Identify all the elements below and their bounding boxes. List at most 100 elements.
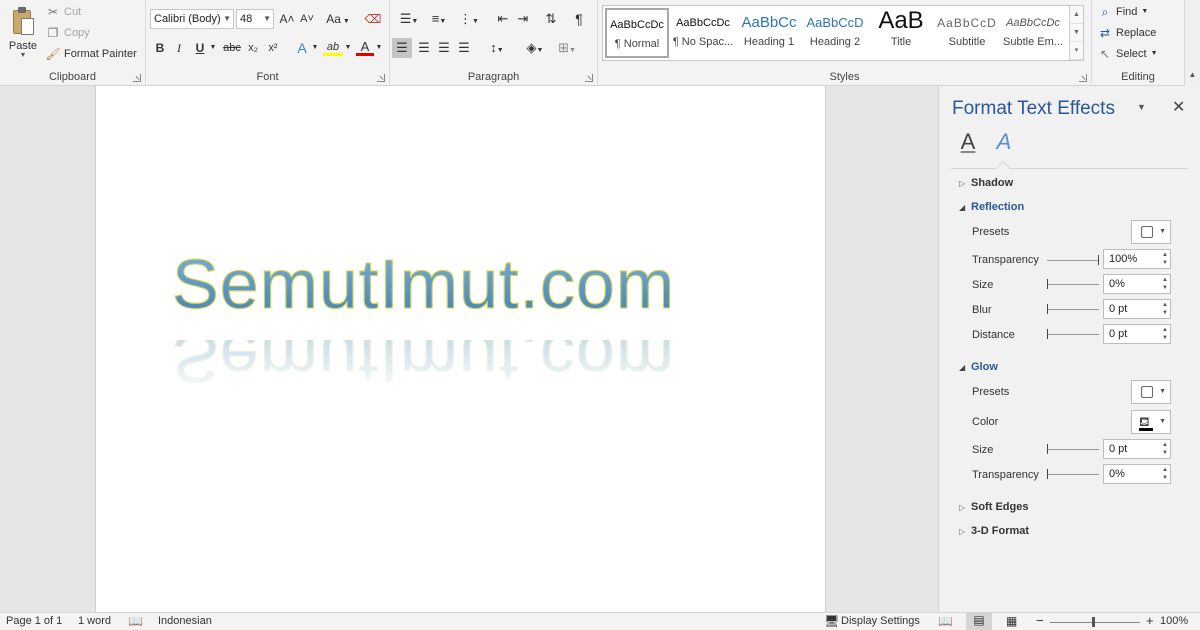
format-painter-button[interactable]: 🖌 Format Painter xyxy=(45,45,136,63)
sort-icon[interactable]: ⇅ xyxy=(542,9,560,29)
text-fill-outline-tab[interactable]: A xyxy=(953,128,983,156)
shadow-section[interactable]: ▷ Shadow xyxy=(959,177,1013,189)
gallery-up-icon[interactable]: ▲ xyxy=(1070,6,1083,24)
web-layout-icon[interactable]: ▦ xyxy=(1006,614,1017,628)
slider-thumb[interactable] xyxy=(1047,329,1048,339)
grow-font-button[interactable]: A˄ xyxy=(278,9,296,29)
chevron-up-icon[interactable]: ▲ xyxy=(1185,70,1200,79)
pane-options-icon[interactable]: ▼ xyxy=(1137,102,1146,112)
decrease-indent-icon[interactable]: ⇤ xyxy=(494,9,512,29)
chevron-down-icon[interactable]: ▼ xyxy=(310,38,320,58)
clipboard-launcher-icon[interactable] xyxy=(133,74,141,82)
reflection-transparency-slider[interactable] xyxy=(1047,255,1099,265)
line-spacing-icon[interactable]: ↕▼ xyxy=(484,38,510,58)
highlight-button[interactable]: ab xyxy=(323,38,343,56)
chevron-down-icon[interactable]: ▼ xyxy=(343,38,353,58)
italic-button[interactable]: I xyxy=(171,38,187,58)
show-formatting-button[interactable]: ¶ xyxy=(570,9,588,29)
spinner-icon[interactable]: ▲ ▼ xyxy=(1162,466,1168,482)
styles-launcher-icon[interactable] xyxy=(1079,74,1087,82)
reflection-size-input[interactable]: 0% ▲ ▼ xyxy=(1103,274,1171,294)
chevron-down-icon[interactable]: ▼ xyxy=(374,38,384,58)
spinner-icon[interactable]: ▲ ▼ xyxy=(1162,276,1168,292)
glow-transparency-slider[interactable] xyxy=(1047,469,1099,479)
find-button[interactable]: ⌕ Find ▼ xyxy=(1098,3,1149,21)
copy-button[interactable]: ❐ Copy xyxy=(46,24,90,42)
glow-size-slider[interactable] xyxy=(1047,444,1099,454)
paste-dropdown-icon[interactable]: ▼ xyxy=(6,52,40,59)
slider-thumb[interactable] xyxy=(1098,255,1099,265)
spinner-icon[interactable]: ▲ ▼ xyxy=(1162,441,1168,457)
spinner-icon[interactable]: ▲ ▼ xyxy=(1162,251,1168,267)
document-text[interactable]: SemutImut.com xyxy=(171,244,675,324)
spinner-icon[interactable]: ▲ ▼ xyxy=(1162,301,1168,317)
soft-edges-section[interactable]: ▷ Soft Edges xyxy=(959,501,1028,513)
style-subtle-emphasis[interactable]: AaBbCcDc Subtle Em... xyxy=(1001,8,1065,58)
display-settings-button[interactable]: Display Settings xyxy=(841,615,920,627)
reflection-section[interactable]: ◢ Reflection xyxy=(959,201,1024,213)
change-case-button[interactable]: Aa ▼ xyxy=(324,9,352,29)
clear-formatting-icon[interactable]: ⌫ xyxy=(362,9,384,29)
style-title[interactable]: AaB Title xyxy=(869,8,933,58)
zoom-level[interactable]: 100% xyxy=(1160,615,1188,627)
subscript-button[interactable]: x₂ xyxy=(244,38,262,58)
multilevel-list-icon[interactable]: ⋮▼ xyxy=(456,9,482,29)
slider-thumb[interactable] xyxy=(1047,444,1048,454)
reflection-blur-input[interactable]: 0 pt ▲ ▼ xyxy=(1103,299,1171,319)
align-right-icon[interactable]: ☰ xyxy=(434,38,454,58)
document-page[interactable]: SemutImut.com SemutImut.com xyxy=(95,86,826,612)
ribbon-scrollbar[interactable]: ▲ xyxy=(1184,0,1200,86)
reflection-distance-input[interactable]: 0 pt ▲ ▼ xyxy=(1103,324,1171,344)
underline-button[interactable]: U xyxy=(192,38,208,58)
zoom-in-icon[interactable]: + xyxy=(1146,613,1154,628)
text-effects-button[interactable]: A xyxy=(292,38,312,58)
font-color-button[interactable]: A xyxy=(356,38,374,56)
reflection-distance-slider[interactable] xyxy=(1047,329,1099,339)
numbering-icon[interactable]: ≡▼ xyxy=(426,9,452,29)
replace-button[interactable]: ⇄ Replace xyxy=(1098,24,1156,42)
font-size-combo[interactable]: 48 ▼ xyxy=(236,9,274,29)
word-count[interactable]: 1 word xyxy=(78,615,111,627)
text-effects-tab[interactable]: A xyxy=(989,128,1019,156)
increase-indent-icon[interactable]: ⇥ xyxy=(514,9,532,29)
style-subtitle[interactable]: AaBbCcD Subtitle xyxy=(935,8,999,58)
cut-button[interactable]: ✂ Cut xyxy=(46,3,81,21)
strikethrough-button[interactable]: abc xyxy=(222,38,242,58)
print-layout-icon[interactable]: ▤ xyxy=(966,613,992,630)
read-mode-icon[interactable]: 📖 xyxy=(938,614,953,628)
proofing-icon[interactable]: 📖 xyxy=(128,614,143,628)
bullets-icon[interactable]: ☰▼ xyxy=(396,9,422,29)
language[interactable]: Indonesian xyxy=(158,615,212,627)
style-heading-2[interactable]: AaBbCcD Heading 2 xyxy=(803,8,867,58)
font-name-combo[interactable]: Calibri (Body) ▼ xyxy=(150,9,234,29)
slider-thumb[interactable] xyxy=(1047,279,1048,289)
align-left-icon[interactable]: ☰ xyxy=(392,38,412,58)
justify-icon[interactable]: ☰ xyxy=(454,38,474,58)
reflection-size-slider[interactable] xyxy=(1047,279,1099,289)
style-heading-1[interactable]: AaBbCc Heading 1 xyxy=(737,8,801,58)
reflection-transparency-input[interactable]: 100% ▲ ▼ xyxy=(1103,249,1171,269)
borders-icon[interactable]: ⊞▼ xyxy=(554,38,580,58)
chevron-down-icon[interactable]: ▼ xyxy=(208,38,218,58)
shading-icon[interactable]: ◈▼ xyxy=(522,38,548,58)
superscript-button[interactable]: x² xyxy=(264,38,282,58)
style-no-spacing[interactable]: AaBbCcDc ¶ No Spac... xyxy=(671,8,735,58)
glow-color-picker[interactable]: ⛾ ▼ xyxy=(1131,410,1171,434)
glow-presets-picker[interactable]: ▼ xyxy=(1131,380,1171,404)
3d-format-section[interactable]: ▷ 3-D Format xyxy=(959,525,1029,537)
gallery-more-icon[interactable]: ▾ xyxy=(1070,42,1083,60)
zoom-slider[interactable] xyxy=(1050,622,1140,623)
style-normal[interactable]: AaBbCcDc ¶ Normal xyxy=(605,8,669,58)
paste-button[interactable]: Paste ▼ xyxy=(6,4,40,62)
page-count[interactable]: Page 1 of 1 xyxy=(6,615,62,627)
spinner-icon[interactable]: ▲ ▼ xyxy=(1162,326,1168,342)
glow-size-input[interactable]: 0 pt ▲ ▼ xyxy=(1103,439,1171,459)
paragraph-launcher-icon[interactable] xyxy=(585,74,593,82)
reflection-blur-slider[interactable] xyxy=(1047,304,1099,314)
close-icon[interactable]: ✕ xyxy=(1172,97,1185,117)
select-button[interactable]: ↖ Select ▼ xyxy=(1098,45,1158,63)
slider-thumb[interactable] xyxy=(1047,304,1048,314)
zoom-out-icon[interactable]: − xyxy=(1036,613,1044,628)
align-center-icon[interactable]: ☰ xyxy=(414,38,434,58)
bold-button[interactable]: B xyxy=(152,38,168,58)
